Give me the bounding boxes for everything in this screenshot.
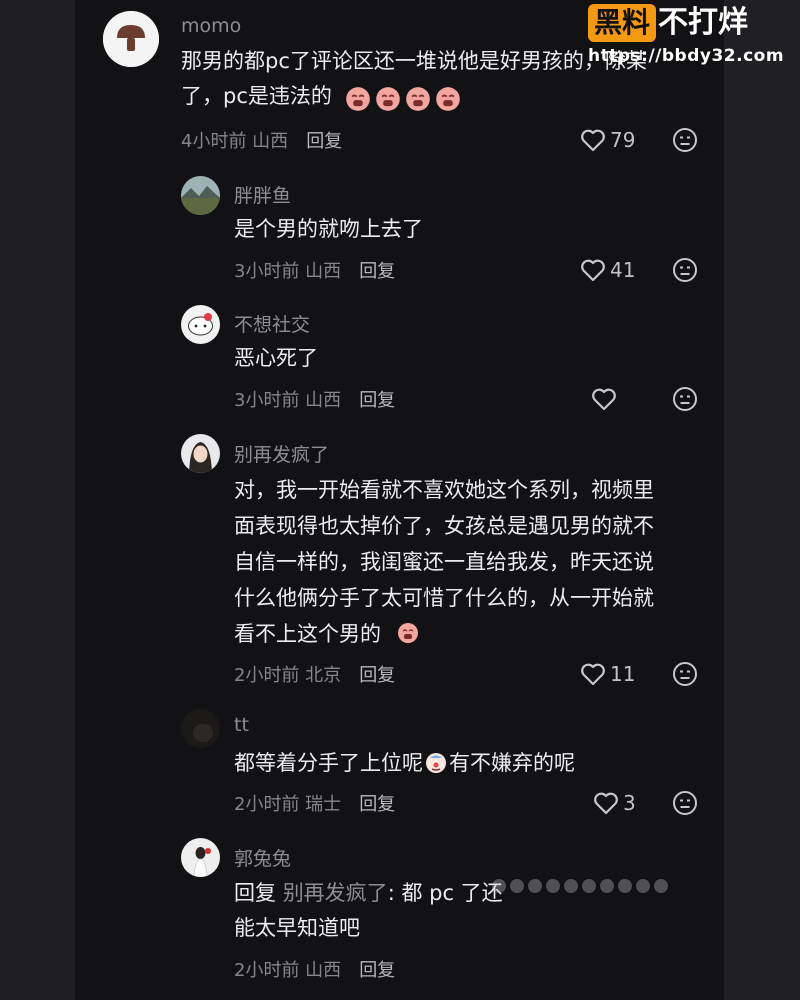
- comment-time-location: 2小时前 瑞士: [234, 794, 342, 815]
- comment-text-line: 回复 别再发疯了: 都 pc 了还: [234, 876, 503, 911]
- meh-face-icon: [673, 128, 697, 152]
- comment-text-line: 自信一样的，我闺蜜还一直给我发，昨天还说: [234, 550, 654, 574]
- dislike-button[interactable]: [672, 386, 698, 412]
- comment-time-location: 3小时前 山西: [234, 390, 342, 411]
- comment-text-line: 是个男的就吻上去了: [234, 217, 423, 241]
- comment-meta: 2小时前 北京 回复: [234, 661, 395, 687]
- dark-avatar-icon: [181, 709, 220, 748]
- comment-username[interactable]: 胖胖鱼: [234, 181, 291, 208]
- obscured-text: [490, 878, 710, 912]
- comment-meta: 3小时前 山西 回复: [234, 386, 395, 412]
- emoji-group: [345, 86, 463, 112]
- like-button[interactable]: [591, 387, 617, 411]
- comment-time-location: 2小时前 北京: [234, 665, 342, 686]
- watermark-brand-text: 不打烊: [658, 5, 749, 40]
- portrait-avatar-icon: [181, 838, 220, 877]
- meh-face-icon: [673, 258, 697, 282]
- heart-outline-icon: [592, 388, 616, 411]
- comment-meta: 3小时前 山西 回复: [234, 257, 395, 283]
- comment-time-location: 4小时前 山西: [181, 131, 289, 152]
- like-button[interactable]: 41: [580, 258, 635, 282]
- crying-face-icon: [397, 622, 421, 644]
- comment-text: 对，我一开始看就不喜欢她这个系列，视频里 面表现得也太掉价了，女孩总是遇见男的就…: [234, 472, 654, 652]
- watermark-url: https://bbdy32.com: [588, 46, 785, 66]
- crying-face-icon: [376, 87, 400, 111]
- like-button[interactable]: 11: [580, 662, 635, 686]
- avatar[interactable]: [181, 709, 220, 748]
- landscape-avatar-icon: [181, 176, 220, 215]
- watermark-brand-box: 黑料: [588, 4, 657, 42]
- comment-text-line: 都等着分手了上位呢: [234, 751, 423, 775]
- comment-username[interactable]: 郭兔兔: [234, 844, 291, 871]
- comment-time-location: 3小时前 山西: [234, 261, 342, 282]
- comment-text: 恶心死了: [234, 341, 318, 376]
- comment-text-line: 那男的都pc了评论区还一堆说他是好男孩的，除某: [181, 49, 647, 73]
- comment-text-line-part: : 都 pc 了还: [387, 881, 503, 905]
- comment-text-line-part: 看不上这个男的: [234, 622, 381, 646]
- right-margin: [724, 0, 800, 1000]
- comment-text: 回复 别再发疯了: 都 pc 了还 能太早知道吧: [234, 876, 503, 946]
- cat-avatar-icon: [181, 305, 220, 344]
- like-count: 11: [610, 662, 636, 686]
- comment-meta: 2小时前 山西 回复: [234, 956, 395, 982]
- reply-button[interactable]: 回复: [359, 665, 395, 686]
- watermark: 黑料 不打烊 https://bbdy32.com: [588, 4, 786, 66]
- portrait-avatar-icon: [181, 434, 220, 473]
- comment-text-line: 面表现得也太掉价了，女孩总是遇见男的就不: [234, 514, 654, 538]
- meh-face-icon: [673, 387, 697, 411]
- comment-username[interactable]: 别再发疯了: [234, 440, 329, 467]
- left-margin: [0, 0, 75, 1000]
- meh-face-icon: [673, 791, 697, 815]
- crying-face-icon: [346, 87, 370, 111]
- reply-button[interactable]: 回复: [359, 390, 395, 411]
- comment-text: 都等着分手了上位呢 有不嫌弃的呢: [234, 746, 575, 781]
- avatar[interactable]: [103, 11, 159, 67]
- comment-text-line: 能太早知道吧: [234, 916, 360, 940]
- comment-text-line: 有不嫌弃的呢: [449, 751, 575, 775]
- reply-target-username[interactable]: 别再发疯了: [283, 881, 388, 905]
- crying-face-icon: [406, 87, 430, 111]
- watermark-brand: 黑料 不打烊: [588, 4, 786, 42]
- avatar[interactable]: [181, 838, 220, 877]
- dislike-button[interactable]: [672, 790, 698, 816]
- crying-face-icon: [436, 87, 460, 111]
- comment-username[interactable]: tt: [234, 714, 249, 736]
- reply-prefix: 回复: [234, 881, 276, 905]
- reply-button[interactable]: 回复: [306, 131, 342, 152]
- heart-outline-icon: [581, 663, 605, 686]
- comment-text: 是个男的就吻上去了: [234, 212, 423, 247]
- comment-text-line: 看不上这个男的: [234, 616, 654, 652]
- comment-text-line-part: 了，pc是违法的: [181, 84, 332, 108]
- comment-meta: 2小时前 瑞士 回复: [234, 790, 395, 816]
- heart-outline-icon: [594, 792, 618, 815]
- mushroom-icon: [103, 11, 159, 67]
- sobbing-clown-face-icon: [426, 753, 446, 773]
- comment-username[interactable]: momo: [181, 15, 241, 37]
- avatar[interactable]: [181, 176, 220, 215]
- comment-meta: 4小时前 山西 回复: [181, 127, 342, 153]
- heart-outline-icon: [581, 129, 605, 152]
- comment-time-location: 2小时前 山西: [234, 960, 342, 981]
- avatar[interactable]: [181, 434, 220, 473]
- dislike-button[interactable]: [672, 661, 698, 687]
- dislike-button[interactable]: [672, 127, 698, 153]
- reply-button[interactable]: 回复: [359, 794, 395, 815]
- comment-username[interactable]: 不想社交: [234, 310, 310, 337]
- dislike-button[interactable]: [672, 257, 698, 283]
- heart-outline-icon: [581, 259, 605, 282]
- reply-button[interactable]: 回复: [359, 261, 395, 282]
- reply-button[interactable]: 回复: [359, 960, 395, 981]
- comment-text-line: 恶心死了: [234, 346, 318, 370]
- comment-text-line: 对，我一开始看就不喜欢她这个系列，视频里: [234, 478, 654, 502]
- comment-text-line: 什么他俩分手了太可惜了什么的，从一开始就: [234, 586, 654, 610]
- like-button[interactable]: 3: [593, 791, 636, 815]
- like-button[interactable]: 79: [580, 128, 635, 152]
- meh-face-icon: [673, 662, 697, 686]
- avatar[interactable]: [181, 305, 220, 344]
- like-count: 79: [610, 128, 636, 152]
- like-count: 41: [610, 258, 636, 282]
- like-count: 3: [623, 791, 636, 815]
